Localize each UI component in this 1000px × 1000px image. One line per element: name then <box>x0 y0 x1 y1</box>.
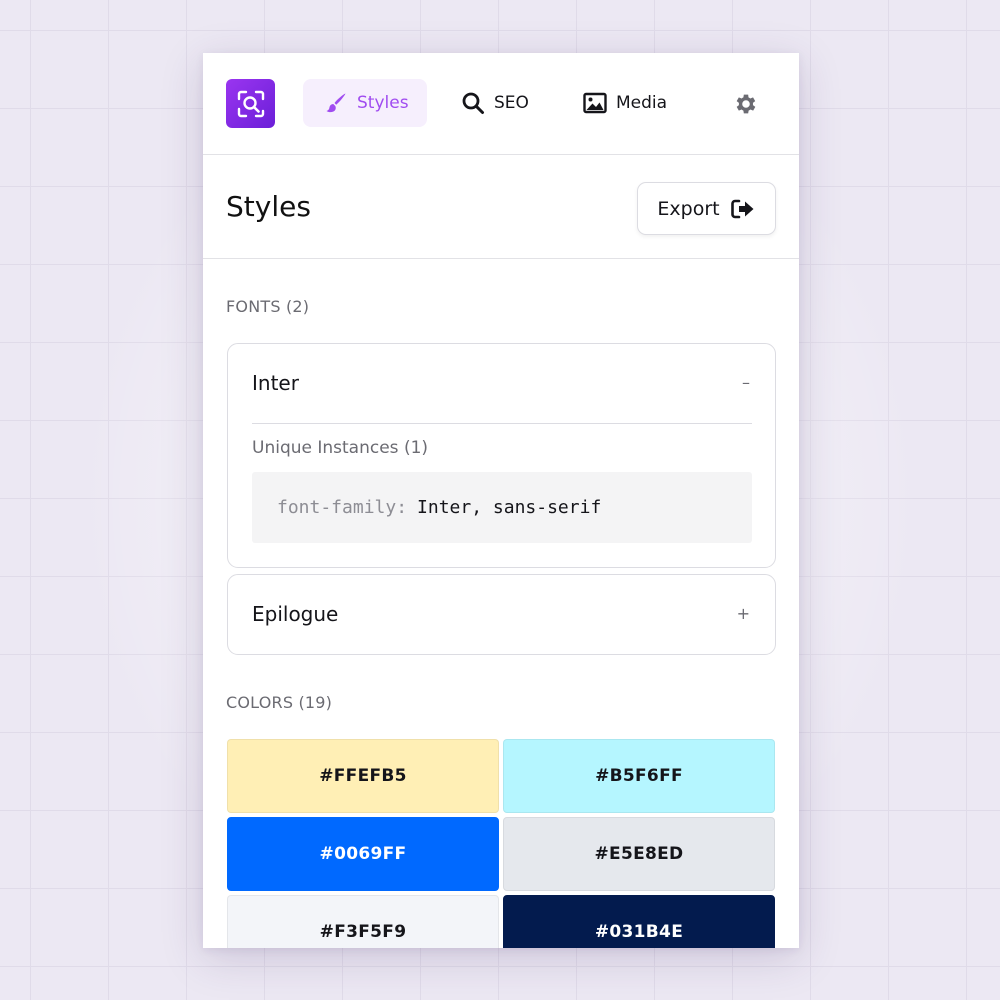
color-hex: #FFEFB5 <box>319 766 407 786</box>
font-name: Epilogue <box>252 602 339 626</box>
colors-section-label: COLORS (19) <box>226 693 333 712</box>
code-value: Inter, sans-serif <box>417 497 602 518</box>
divider <box>252 423 752 424</box>
fonts-section-label: FONTS (2) <box>226 297 310 316</box>
image-icon <box>582 90 608 116</box>
color-swatch[interactable]: #B5F6FF <box>503 739 775 813</box>
color-hex: #B5F6FF <box>595 766 683 786</box>
color-hex: #E5E8ED <box>594 844 684 864</box>
font-card-epilogue[interactable]: Epilogue + <box>227 574 776 655</box>
brush-icon <box>323 90 349 116</box>
tab-seo[interactable]: SEO <box>460 79 560 127</box>
export-icon <box>730 198 756 220</box>
gear-icon[interactable] <box>732 90 760 118</box>
collapse-toggle[interactable]: – <box>742 373 750 392</box>
color-swatch[interactable]: #F3F5F9 <box>227 895 499 948</box>
color-hex: #0069FF <box>319 844 407 864</box>
code-property: font-family: <box>277 497 408 518</box>
page-title: Styles <box>226 190 311 223</box>
color-swatch[interactable]: #E5E8ED <box>503 817 775 891</box>
export-button-label: Export <box>657 197 720 220</box>
extension-panel: Styles SEO Media Styles Export FONTS (2)… <box>203 53 799 948</box>
expand-toggle[interactable]: + <box>737 604 750 623</box>
font-name[interactable]: Inter <box>252 371 299 395</box>
color-hex: #031B4E <box>594 922 684 942</box>
code-snippet: font-family: Inter, sans-serif <box>252 472 752 543</box>
color-hex: #F3F5F9 <box>319 922 407 942</box>
font-card-inter: Inter – Unique Instances (1) font-family… <box>227 343 776 568</box>
unique-instances-label: Unique Instances (1) <box>252 438 429 458</box>
color-swatch[interactable]: #031B4E <box>503 895 775 948</box>
tab-media[interactable]: Media <box>582 79 692 127</box>
tab-seo-label: SEO <box>494 93 529 113</box>
tab-styles[interactable]: Styles <box>303 79 427 127</box>
color-swatch[interactable]: #0069FF <box>227 817 499 891</box>
tab-styles-label: Styles <box>357 93 409 113</box>
top-nav: Styles SEO Media <box>203 53 799 155</box>
search-icon <box>460 90 486 116</box>
export-button[interactable]: Export <box>637 182 776 235</box>
color-swatch[interactable]: #FFEFB5 <box>227 739 499 813</box>
tab-media-label: Media <box>616 93 668 113</box>
page-header: Styles Export <box>203 156 799 259</box>
magnify-logo-icon[interactable] <box>226 79 275 128</box>
